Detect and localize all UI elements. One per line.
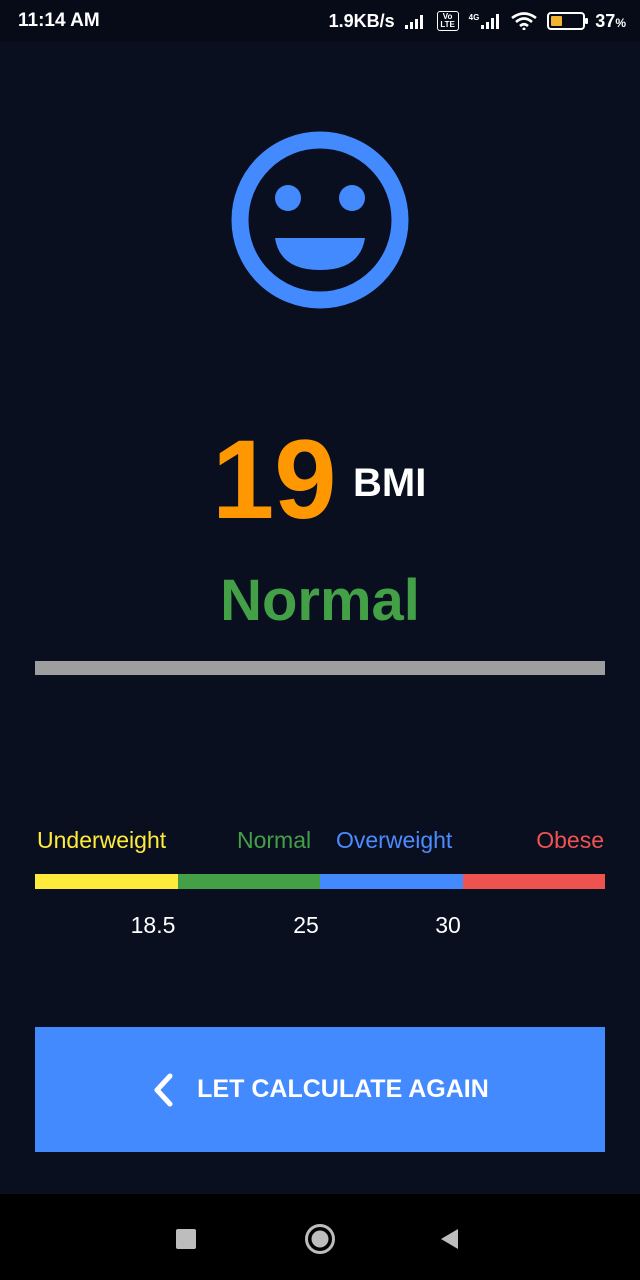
scale-tick-18-5: 18.5 (130, 912, 176, 938)
recent-apps-icon[interactable] (176, 1229, 196, 1249)
battery-percent: 37% (595, 10, 626, 31)
scale-segment-underweight (35, 874, 178, 889)
navigation-bar (0, 1194, 640, 1280)
scale-label-normal: Normal (237, 827, 312, 853)
wifi-icon (511, 12, 538, 30)
scale-label-overweight: Overweight (336, 827, 453, 853)
signal-icon (404, 15, 423, 29)
4g-signal-icon: 4G (469, 13, 502, 29)
scale-tick-25: 25 (293, 912, 319, 938)
status-bar: 11:14 AM 1.9KB/s Vo LTE 4G 37% (0, 0, 640, 42)
scale-segment-overweight (320, 874, 463, 889)
scale-segment-obese (462, 874, 605, 889)
calculate-again-label: LET CALCULATE AGAIN (197, 1075, 489, 1103)
scale-segment-normal (177, 874, 320, 889)
bmi-unit: BMI (353, 461, 427, 505)
back-icon[interactable] (438, 1227, 460, 1251)
bmi-result: 19 BMI (0, 420, 640, 540)
status-time: 11:14 AM (18, 10, 100, 31)
status-indicators: 1.9KB/s Vo LTE 4G 37% (329, 11, 626, 32)
battery-icon (547, 12, 589, 30)
chevron-left-icon (154, 1073, 173, 1106)
divider (35, 661, 605, 675)
network-type: 4G (468, 13, 480, 22)
volte-icon: Vo LTE (436, 11, 459, 31)
calculate-again-button[interactable]: LET CALCULATE AGAIN (35, 1027, 605, 1152)
network-speed: 1.9KB/s (328, 10, 395, 31)
bmi-value: 19 (212, 417, 337, 542)
scale-label-underweight: Underweight (37, 827, 167, 853)
scale-label-obese: Obese (536, 827, 604, 853)
smiley-face-icon (231, 131, 409, 309)
scale-tick-30: 30 (435, 912, 461, 938)
bmi-category: Normal (220, 568, 420, 633)
bmi-scale-bar (35, 874, 605, 889)
home-icon[interactable] (304, 1223, 336, 1255)
